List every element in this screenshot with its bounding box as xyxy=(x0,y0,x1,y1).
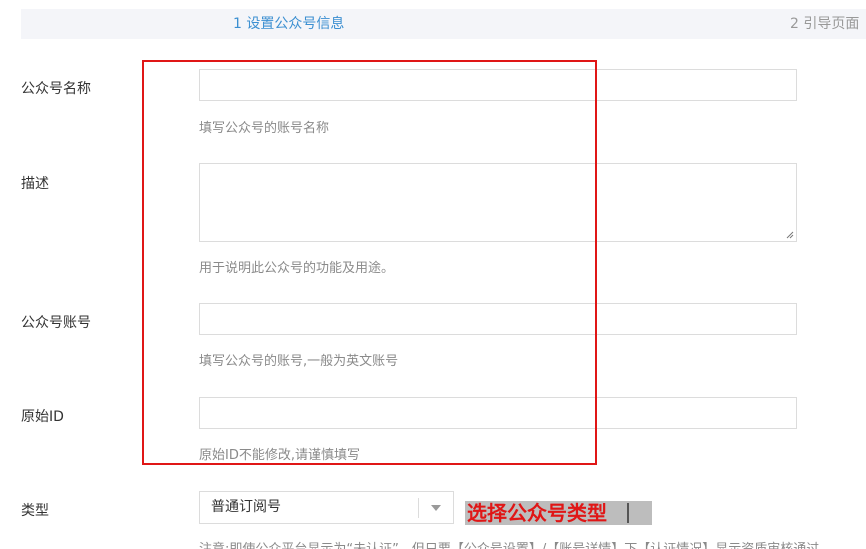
name-label: 公众号名称 xyxy=(21,81,91,97)
description-textarea[interactable] xyxy=(199,163,797,242)
account-hint: 填写公众号的账号,一般为英文账号 xyxy=(199,354,399,369)
resize-grip-icon[interactable] xyxy=(786,231,794,239)
account-input[interactable] xyxy=(199,303,797,335)
select-divider xyxy=(418,498,419,518)
type-note: 注意:即使公众平台显示为“未认证”，但只要【公众号设置】/【账号详情】下【认证情… xyxy=(199,538,819,549)
description-label: 描述 xyxy=(21,176,49,192)
step-2-guide-page[interactable]: 2 引导页面 xyxy=(790,9,859,39)
account-label: 公众号账号 xyxy=(21,315,91,331)
type-select[interactable]: 普通订阅号 xyxy=(199,491,454,524)
text-caret xyxy=(627,503,629,523)
original-id-input[interactable] xyxy=(199,397,797,429)
step-1-setup-info[interactable]: 1 设置公众号信息 xyxy=(233,9,344,39)
wechat-account-form-page: 1 设置公众号信息 2 引导页面 公众号名称 填写公众号的账号名称 描述 用于说… xyxy=(0,0,866,549)
chevron-down-icon[interactable] xyxy=(431,505,441,511)
annotation-callout: 选择公众号类型 xyxy=(465,501,652,525)
annotation-text: 选择公众号类型 xyxy=(467,501,607,525)
type-select-value: 普通订阅号 xyxy=(211,499,281,515)
description-hint: 用于说明此公众号的功能及用途。 xyxy=(199,261,395,276)
name-input[interactable] xyxy=(199,69,797,101)
step-indicator: 1 设置公众号信息 2 引导页面 xyxy=(21,9,866,39)
type-label: 类型 xyxy=(21,503,49,519)
original-id-label: 原始ID xyxy=(21,409,64,425)
name-hint: 填写公众号的账号名称 xyxy=(199,121,330,136)
original-id-hint: 原始ID不能修改,请谨慎填写 xyxy=(199,448,360,463)
